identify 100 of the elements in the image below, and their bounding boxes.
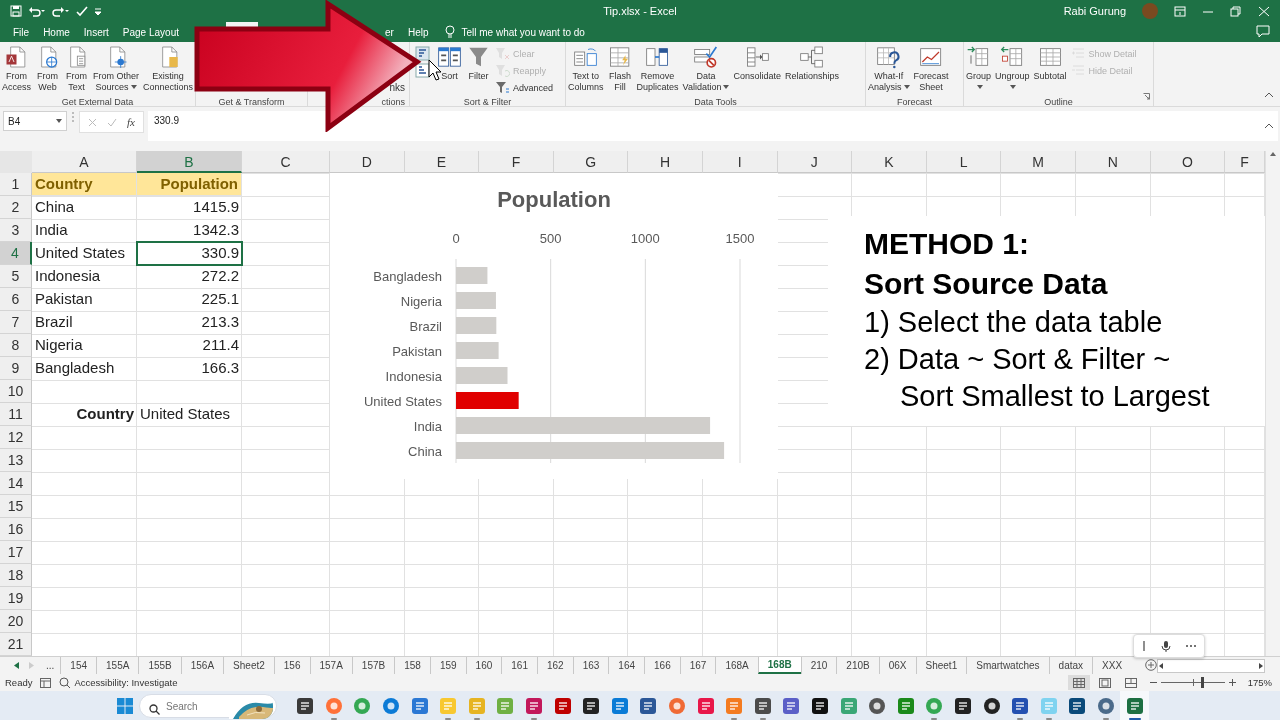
horizontal-scrollbar[interactable] bbox=[1157, 658, 1265, 673]
app-icon bbox=[582, 697, 601, 715]
ribbon-tab[interactable]: Help bbox=[400, 22, 436, 42]
dialog-launcher-icon bbox=[1143, 93, 1150, 100]
column-header[interactable]: G bbox=[553, 151, 629, 173]
ribbon-tab[interactable]: Home bbox=[36, 22, 77, 42]
ribbon-button[interactable]: nks bbox=[388, 79, 406, 96]
name-box[interactable]: B4 bbox=[3, 111, 67, 131]
add-sheet-icon bbox=[1145, 658, 1158, 671]
table-cell-text: Brazil bbox=[34, 312, 74, 332]
row-header[interactable]: 18 bbox=[0, 564, 32, 587]
row-header[interactable]: 4 bbox=[0, 242, 32, 265]
ribbon-button[interactable]: Existing Connections bbox=[142, 45, 195, 96]
column-header[interactable]: F bbox=[479, 151, 554, 173]
tell-me-field[interactable]: Tell me what you want to do bbox=[461, 26, 642, 38]
sheet-tab[interactable]: 168B bbox=[757, 657, 801, 674]
column-header[interactable]: D bbox=[330, 151, 405, 173]
accessibility-status[interactable]: Accessibility: Investigate bbox=[74, 677, 178, 688]
row-header[interactable]: 20 bbox=[0, 610, 32, 633]
column-header[interactable]: B bbox=[137, 151, 242, 173]
table-cell-text: Nigeria bbox=[34, 335, 84, 355]
row-header[interactable]: 19 bbox=[0, 587, 32, 610]
ribbon-button[interactable]: Ungroup bbox=[994, 45, 1031, 96]
ribbon-button[interactable]: From Other Sources bbox=[92, 45, 141, 96]
table-cell-text: Indonesia bbox=[34, 266, 102, 286]
row-header[interactable]: 11 bbox=[0, 403, 32, 426]
row-header[interactable]: 3 bbox=[0, 219, 32, 242]
app-icon bbox=[725, 697, 744, 715]
ribbon-button[interactable]: Relationships bbox=[783, 45, 840, 96]
ribbon-button[interactable]: From Text bbox=[63, 45, 90, 96]
row-header[interactable]: 12 bbox=[0, 426, 32, 449]
row-header[interactable]: 1 bbox=[0, 173, 32, 196]
column-header[interactable]: C bbox=[242, 151, 330, 173]
ribbon-button[interactable]: Sort bbox=[436, 45, 463, 96]
row-header[interactable]: 14 bbox=[0, 472, 32, 495]
app-icon bbox=[839, 697, 858, 715]
advanced-filter-icon bbox=[495, 80, 510, 95]
vertical-scrollbar[interactable] bbox=[1265, 151, 1280, 656]
row-header[interactable]: 16 bbox=[0, 518, 32, 541]
zoom-thumb[interactable] bbox=[1200, 677, 1204, 688]
row-header[interactable]: 13 bbox=[0, 449, 32, 472]
row-header[interactable]: 8 bbox=[0, 334, 32, 357]
column-header[interactable]: L bbox=[926, 151, 1002, 173]
note-step: Sort Smallest to Largest bbox=[900, 378, 1210, 415]
ribbon-button[interactable]: Forecast Sheet bbox=[912, 45, 950, 96]
row-header[interactable]: 15 bbox=[0, 495, 32, 518]
note-step: 2) Data ~ Sort & Filter ~ bbox=[864, 341, 1171, 378]
chart-bar bbox=[456, 267, 488, 284]
ribbon-button[interactable]: Filter bbox=[465, 45, 492, 96]
zoom-level[interactable]: 175% bbox=[1247, 677, 1272, 688]
insert-function-button[interactable]: fx bbox=[127, 116, 135, 128]
column-header[interactable]: K bbox=[852, 151, 927, 173]
ribbon-tab[interactable]: Page Layout bbox=[115, 22, 186, 42]
ribbon-tab[interactable]: Insert bbox=[76, 22, 116, 42]
column-header[interactable]: M bbox=[1001, 151, 1076, 173]
ribbon-tab[interactable]: er bbox=[378, 22, 401, 42]
group-label: Outline bbox=[1044, 97, 1073, 107]
row-header[interactable]: 9 bbox=[0, 357, 32, 380]
table-cell-text: India bbox=[34, 220, 69, 240]
ribbon-button[interactable]: What-If Analysis bbox=[867, 45, 911, 96]
ribbon-button[interactable]: Consolidate bbox=[732, 45, 782, 96]
row-header[interactable]: 5 bbox=[0, 265, 32, 288]
view-button[interactable] bbox=[1067, 675, 1090, 690]
more-sheets-button[interactable]: ... bbox=[40, 660, 61, 671]
column-header[interactable]: A bbox=[32, 151, 137, 173]
group-icon bbox=[966, 45, 991, 69]
note-heading: Sort Source Data bbox=[864, 266, 1108, 302]
taskbar-button[interactable] bbox=[1120, 691, 1149, 720]
ribbon-button[interactable]: From Web bbox=[34, 45, 61, 96]
ribbon-tab[interactable]: File bbox=[6, 22, 37, 42]
column-header[interactable]: F bbox=[1225, 151, 1266, 173]
formula-field[interactable]: 330.9 bbox=[147, 111, 1278, 141]
ribbon-button[interactable]: Subtotal bbox=[1032, 45, 1068, 96]
column-header[interactable]: J bbox=[777, 151, 853, 173]
grip-icon bbox=[71, 111, 75, 123]
ribbon-button[interactable]: Flash Fill bbox=[606, 45, 634, 96]
row-header[interactable]: 21 bbox=[0, 633, 32, 656]
app-icon bbox=[668, 697, 686, 715]
column-header[interactable]: O bbox=[1150, 151, 1226, 173]
row-header[interactable]: 10 bbox=[0, 380, 32, 403]
ribbon-button[interactable]: Data Validation bbox=[681, 45, 731, 96]
ribbon-button[interactable]: Advanced bbox=[494, 79, 555, 96]
ribbon-button[interactable]: Text to Columns bbox=[567, 45, 605, 96]
ribbon-button[interactable]: Remove Duplicates bbox=[635, 45, 680, 96]
ribbon-button[interactable]: Group bbox=[965, 45, 992, 96]
column-header[interactable]: E bbox=[404, 151, 480, 173]
caret-icon bbox=[56, 119, 62, 123]
app-icon bbox=[953, 697, 972, 715]
ribbon-button[interactable]: From Access bbox=[1, 45, 32, 96]
column-header[interactable]: N bbox=[1075, 151, 1151, 173]
row-header[interactable]: 6 bbox=[0, 288, 32, 311]
row-header[interactable]: 2 bbox=[0, 196, 32, 219]
row-header[interactable]: 17 bbox=[0, 541, 32, 564]
row-header[interactable]: 7 bbox=[0, 311, 32, 334]
table-cell-text: Bangladesh bbox=[34, 358, 116, 378]
column-header[interactable]: I bbox=[702, 151, 778, 173]
chart-bar bbox=[456, 367, 508, 384]
text-to-columns-icon bbox=[573, 45, 599, 69]
column-header[interactable]: H bbox=[628, 151, 703, 173]
customize-icon bbox=[94, 6, 102, 16]
